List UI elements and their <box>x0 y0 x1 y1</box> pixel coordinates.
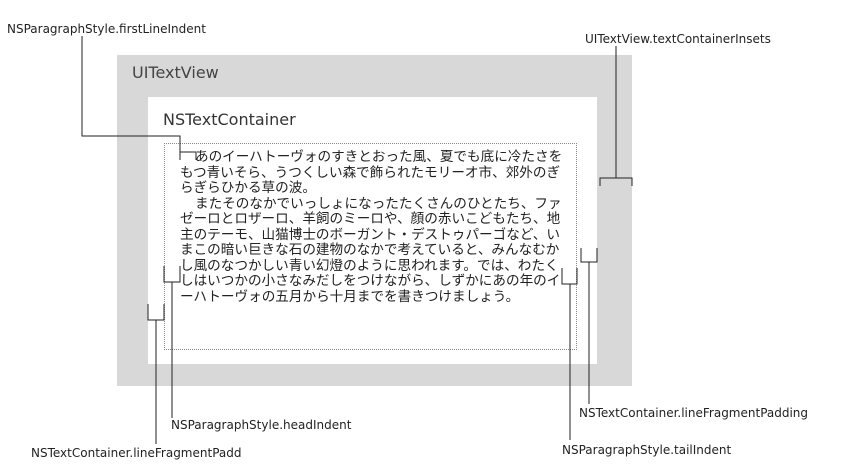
head-indent-bracket <box>163 266 181 283</box>
first-line-indent-label: NSParagraphStyle.firstLineIndent <box>7 22 206 36</box>
tail-indent-label: NSParagraphStyle.tailIndent <box>562 443 732 457</box>
line-fragment-padding-right-label: NSTextContainer.lineFragmentPadding <box>579 406 809 420</box>
tail-indent-bracket <box>561 268 578 285</box>
text-container-insets-label: UITextView.textContainerInsets <box>585 32 771 46</box>
line-fragment-padding-left-label: NSTextContainer.lineFragmentPadd <box>31 446 242 460</box>
first-line-indent-bracket <box>179 151 197 160</box>
text-container-insets-bracket <box>599 177 633 186</box>
line-fragment-padding-right-bracket <box>580 248 598 263</box>
annotation-lines <box>81 36 633 444</box>
first-line-indent-leader <box>81 36 181 152</box>
line-fragment-padding-left-bracket <box>147 304 165 321</box>
head-indent-label: NSParagraphStyle.headIndent <box>171 418 352 432</box>
